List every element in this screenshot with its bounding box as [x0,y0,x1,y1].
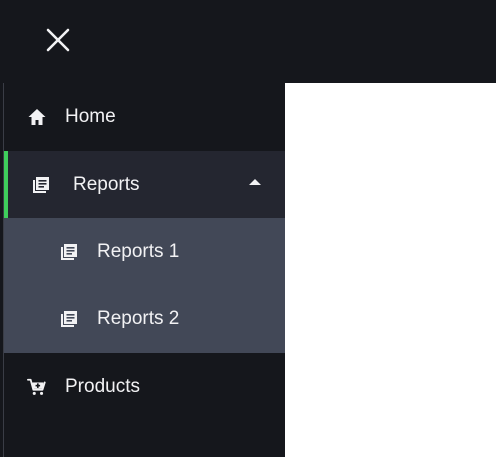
sidebar-item-products[interactable]: Products [4,353,285,421]
sidebar-subitem-label: Reports 2 [97,307,180,329]
app-window: Home Reports Reports 1 Reports 2 Product… [0,0,496,457]
reports-icon [59,242,79,262]
sidebar-item-reports[interactable]: Reports [4,151,285,218]
main-content [285,83,496,457]
reports-icon [59,309,79,329]
home-icon [27,107,47,127]
sidebar-subitem-reports-2[interactable]: Reports 2 [4,285,285,352]
sidebar-item-label: Products [65,376,140,397]
top-bar [0,0,496,83]
sidebar-item-label: Reports [73,173,140,195]
close-icon [46,28,70,52]
sidebar-subitem-label: Reports 1 [97,240,180,262]
sidebar: Home Reports Reports 1 Reports 2 Product… [4,83,285,457]
reports-icon [31,175,51,195]
close-button[interactable] [40,22,76,58]
cart-plus-icon [27,377,47,397]
reports-submenu: Reports 1 Reports 2 [4,218,285,353]
sidebar-item-label: Home [65,106,116,127]
caret-up-icon[interactable] [249,179,261,185]
sidebar-subitem-reports-1[interactable]: Reports 1 [4,218,285,285]
sidebar-item-home[interactable]: Home [4,83,285,151]
